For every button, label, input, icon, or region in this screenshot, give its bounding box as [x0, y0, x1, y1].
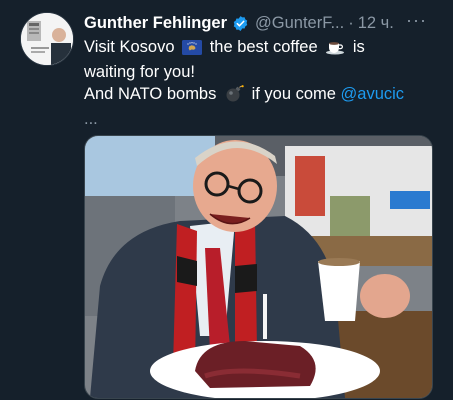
more-options-icon[interactable]: ···	[406, 10, 427, 31]
tweet-timestamp[interactable]: 12 ч.	[358, 12, 394, 34]
mention-link[interactable]: @avucic	[341, 85, 405, 103]
tweet-text-nato: And NATO bombs	[84, 85, 217, 103]
tweet-text-coffee: the best coffee	[209, 38, 318, 56]
tweet-line-2: waiting for you!	[84, 63, 195, 81]
bomb-icon	[224, 84, 244, 108]
tweet-text: Visit Kosovo the best coffee is waiting …	[84, 36, 439, 130]
tweet-line-3: And NATO bombs if you come @avucic	[84, 83, 439, 108]
tweet-photo[interactable]	[84, 135, 433, 399]
tweet-line-1: Visit Kosovo the best coffee is	[84, 36, 439, 61]
avatar[interactable]	[20, 12, 74, 66]
separator-dot: ·	[348, 14, 354, 32]
author-name[interactable]: Gunther Fehlinger	[84, 12, 227, 34]
tweet-text-is: is	[352, 38, 365, 56]
coffee-cup-icon	[325, 39, 345, 61]
tweet-text-if-you-come: if you come	[251, 85, 336, 103]
tweet[interactable]: Gunther Fehlinger @GunterF... · 12 ч. ··…	[0, 0, 453, 400]
author-handle[interactable]: @GunterF...	[255, 12, 344, 34]
tweet-text-visit: Visit Kosovo	[84, 38, 175, 56]
tweet-header: Gunther Fehlinger @GunterF... · 12 ч.	[84, 12, 437, 34]
verified-badge-icon	[232, 15, 249, 32]
kosovo-flag-icon	[182, 39, 203, 61]
truncation-ellipsis[interactable]: ...	[84, 108, 439, 130]
